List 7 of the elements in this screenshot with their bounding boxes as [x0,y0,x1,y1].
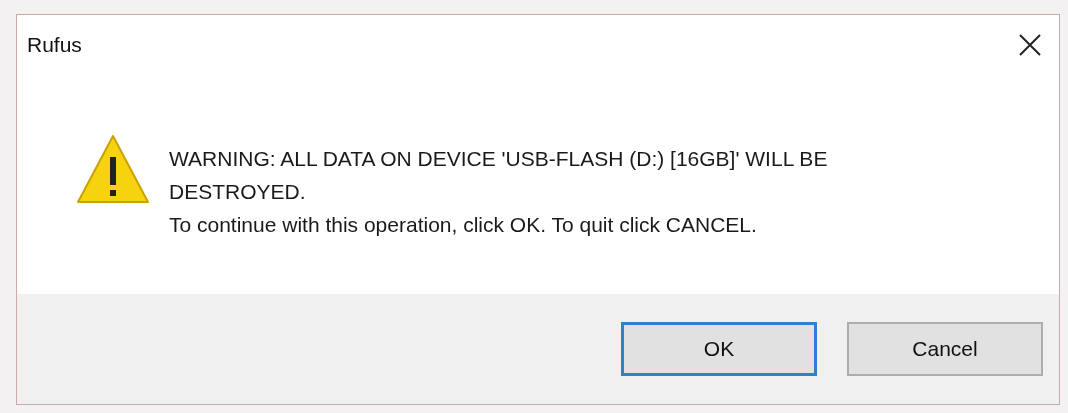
window-title: Rufus [27,33,82,57]
close-icon [1019,34,1041,56]
ok-button[interactable]: OK [621,322,817,376]
cancel-button[interactable]: Cancel [847,322,1043,376]
warning-icon [75,133,151,205]
message-text: To continue with this operation, click OK. To quit click CANCEL. [169,212,758,238]
message-text: WARNING: ALL DATA ON DEVICE 'USB-FLASH (D:) [16GB]' WILL BE DESTROYED. [169,146,829,205]
